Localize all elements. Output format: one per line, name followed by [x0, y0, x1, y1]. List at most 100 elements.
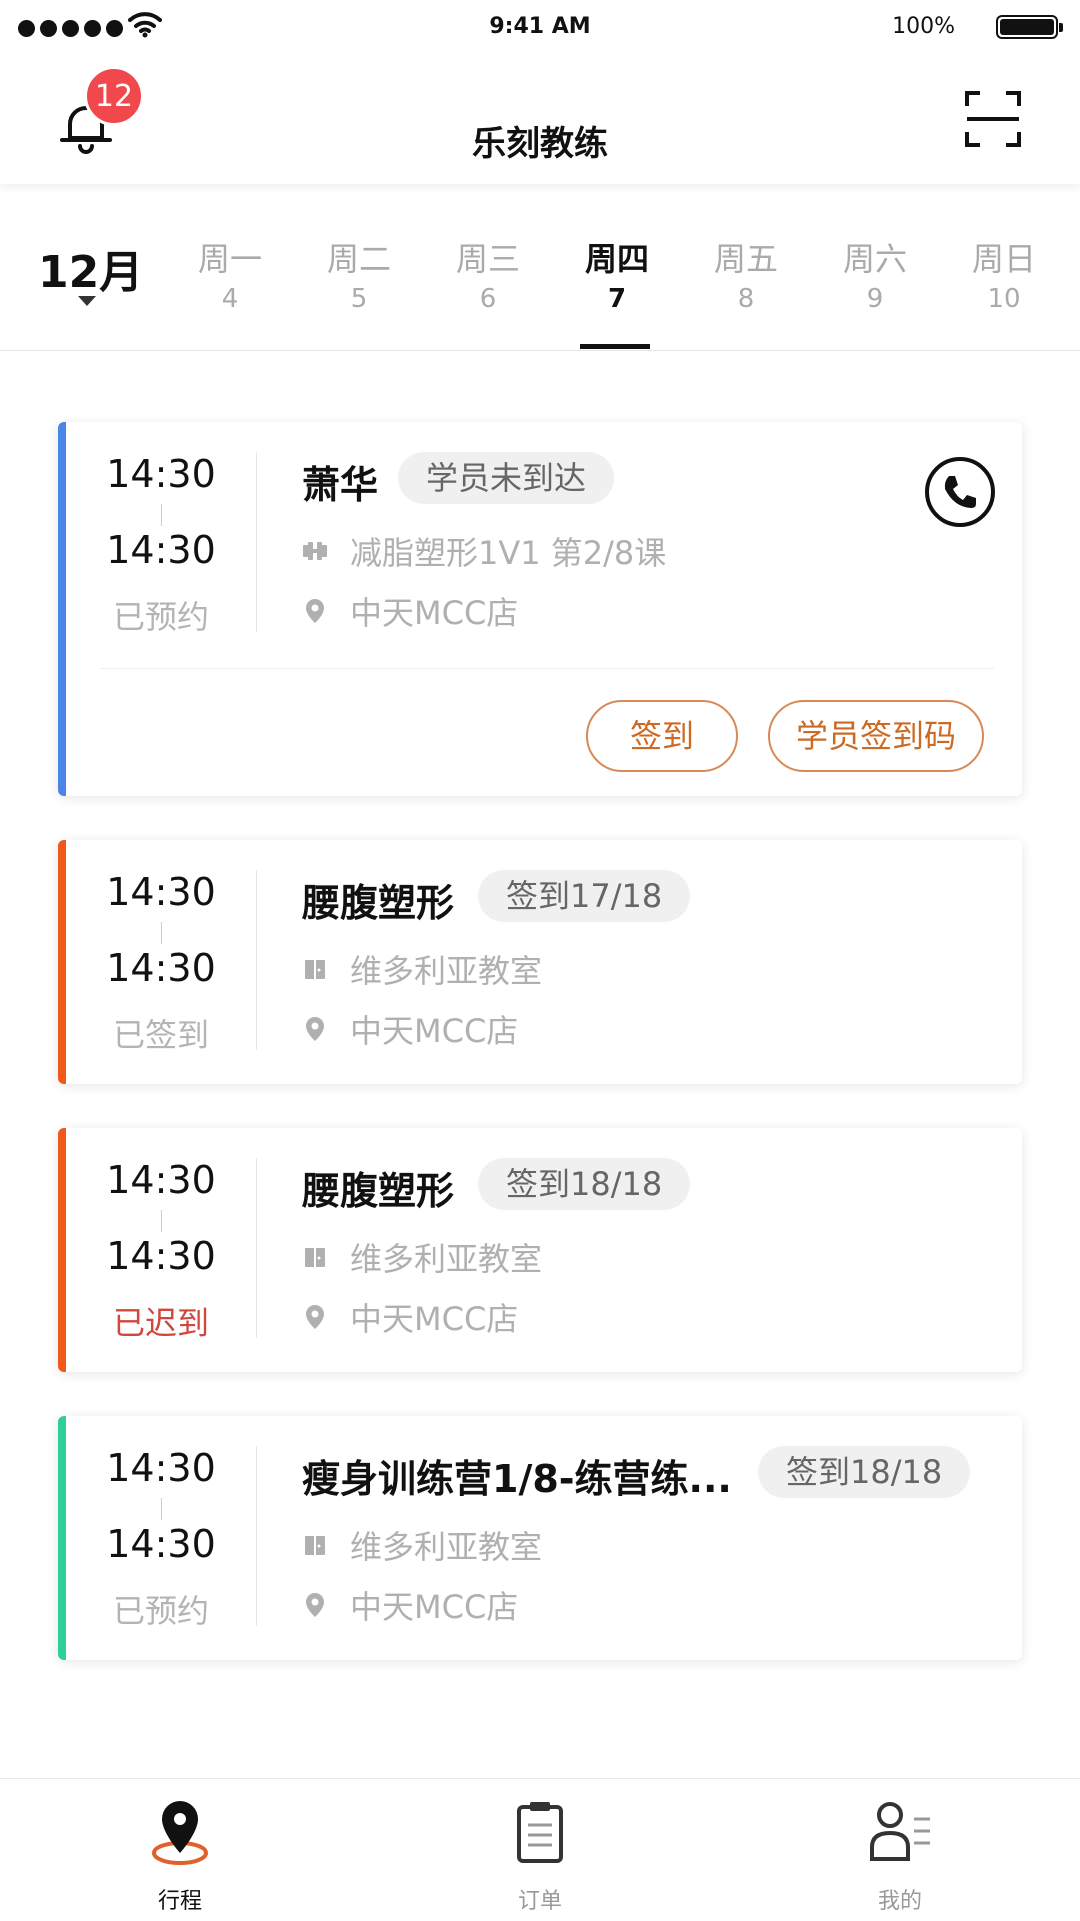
session-accent-stripe	[58, 1416, 66, 1660]
end-time: 14:30	[106, 528, 216, 572]
student-name: 萧华	[302, 463, 379, 507]
session-accent-stripe	[58, 840, 66, 1084]
chevron-down-icon[interactable]	[78, 296, 96, 306]
door-icon	[305, 1248, 325, 1267]
session-card[interactable]: 14:30 14:30 已预约 瘦身训练营1/8-练营练... 签到18/18 …	[58, 1416, 1022, 1660]
battery-percentage: 100%	[892, 14, 955, 39]
app-header: 12 乐刻教练	[0, 56, 1080, 184]
date-label: 8	[737, 284, 755, 314]
day-sat[interactable]: 周六 9	[825, 234, 925, 314]
weekday-label: 周四	[584, 240, 649, 278]
tab-label: 行程	[157, 1889, 202, 1914]
date-label: 5	[350, 284, 368, 314]
class-title: 瘦身训练营1/8-练营练...	[302, 1457, 732, 1501]
session-status: 已预约	[112, 598, 209, 636]
date-label: 6	[479, 284, 497, 314]
tab-label: 我的	[877, 1889, 922, 1914]
scan-icon[interactable]	[964, 90, 1022, 148]
location-row: 中天MCC店	[302, 1582, 518, 1628]
date-label: 9	[866, 284, 884, 314]
session-status: 已签到	[112, 1016, 209, 1054]
store-name: 中天MCC店	[350, 1300, 519, 1338]
tab-label: 订单	[517, 1889, 562, 1914]
store-name: 中天MCC店	[350, 594, 519, 632]
check-in-button[interactable]: 签到	[586, 700, 738, 772]
status-bar: 9:41 AM 100%	[0, 0, 1080, 56]
date-label: 7	[607, 284, 627, 314]
tab-orders[interactable]: 订单	[440, 1779, 640, 1921]
time-connector	[161, 1498, 162, 1520]
room-name: 维多利亚教室	[350, 1528, 543, 1566]
location-row: 中天MCC店	[302, 1294, 518, 1340]
time-connector	[161, 1210, 162, 1232]
room-name: 维多利亚教室	[350, 952, 543, 990]
weekday-label: 周二	[326, 240, 391, 278]
divider	[100, 668, 994, 669]
weekday-label: 周五	[713, 240, 778, 278]
session-card[interactable]: 14:30 14:30 已签到 腰腹塑形 签到17/18 维多利亚教室 中天MC…	[58, 840, 1022, 1084]
day-mon[interactable]: 周一 4	[180, 234, 280, 314]
room-name: 维多利亚教室	[350, 1240, 543, 1278]
clipboard-icon	[517, 1802, 563, 1863]
day-fri[interactable]: 周五 8	[696, 234, 796, 314]
check-in-count-badge: 签到18/18	[478, 1158, 691, 1210]
room-row: 维多利亚教室	[302, 1522, 542, 1568]
end-time: 14:30	[106, 1522, 216, 1566]
location-pin-icon	[306, 599, 324, 623]
start-time: 14:30	[106, 1158, 216, 1202]
room-row: 维多利亚教室	[302, 1234, 542, 1280]
weekday-label: 周三	[455, 240, 520, 278]
weekday-label: 周一	[197, 240, 262, 278]
divider	[256, 870, 257, 1050]
session-status: 已迟到	[112, 1304, 209, 1342]
time-connector	[161, 922, 162, 944]
month-selector[interactable]: 12月	[38, 236, 143, 300]
divider	[256, 452, 257, 632]
divider	[256, 1158, 257, 1338]
start-time: 14:30	[106, 870, 216, 914]
dumbbell-icon	[303, 542, 327, 560]
door-icon	[305, 960, 325, 979]
session-accent-stripe	[58, 422, 66, 796]
location-pin-icon	[306, 1305, 324, 1329]
page-title: 乐刻教练	[472, 124, 608, 164]
selected-day-indicator	[580, 344, 650, 349]
weekday-label: 周日	[971, 240, 1036, 278]
session-card[interactable]: 14:30 14:30 已预约 萧华 学员未到达 减脂塑形1V1 第2/8课 中…	[58, 422, 1022, 796]
store-name: 中天MCC店	[350, 1012, 519, 1050]
tab-schedule[interactable]: 行程	[80, 1779, 280, 1921]
check-in-count-badge: 签到17/18	[478, 870, 691, 922]
check-in-count-badge: 签到18/18	[758, 1446, 971, 1498]
class-title: 腰腹塑形	[302, 1169, 455, 1213]
day-thu[interactable]: 周四 7	[567, 234, 667, 314]
class-title: 腰腹塑形	[302, 881, 455, 925]
tab-profile[interactable]: 我的	[800, 1779, 1000, 1921]
session-status: 已预约	[112, 1592, 209, 1630]
battery-icon	[996, 15, 1063, 39]
day-sun[interactable]: 周日 10	[954, 234, 1054, 314]
course-row: 减脂塑形1V1 第2/8课	[302, 528, 666, 574]
day-wed[interactable]: 周三 6	[438, 234, 538, 314]
end-time: 14:30	[106, 946, 216, 990]
door-icon	[305, 1536, 325, 1555]
course-name: 减脂塑形1V1 第2/8课	[350, 534, 667, 572]
divider	[256, 1446, 257, 1626]
day-tue[interactable]: 周二 5	[309, 234, 409, 314]
time-connector	[161, 504, 162, 526]
location-pin-icon	[152, 1801, 208, 1865]
date-label: 4	[221, 284, 239, 314]
store-name: 中天MCC店	[350, 1588, 519, 1626]
phone-icon[interactable]	[924, 456, 996, 528]
location-row: 中天MCC店	[302, 1006, 518, 1052]
week-selector: 12月 周一 4 周二 5 周三 6 周四 7 周五 8 周六 9 周日 10	[0, 184, 1080, 351]
session-accent-stripe	[58, 1128, 66, 1372]
user-icon	[870, 1802, 930, 1861]
student-check-in-code-button[interactable]: 学员签到码	[768, 700, 984, 772]
end-time: 14:30	[106, 1234, 216, 1278]
session-card[interactable]: 14:30 14:30 已迟到 腰腹塑形 签到18/18 维多利亚教室 中天MC…	[58, 1128, 1022, 1372]
room-row: 维多利亚教室	[302, 946, 542, 992]
location-pin-icon	[306, 1593, 324, 1617]
weekday-label: 周六	[842, 240, 907, 278]
location-row: 中天MCC店	[302, 588, 518, 634]
date-label: 10	[987, 284, 1021, 314]
